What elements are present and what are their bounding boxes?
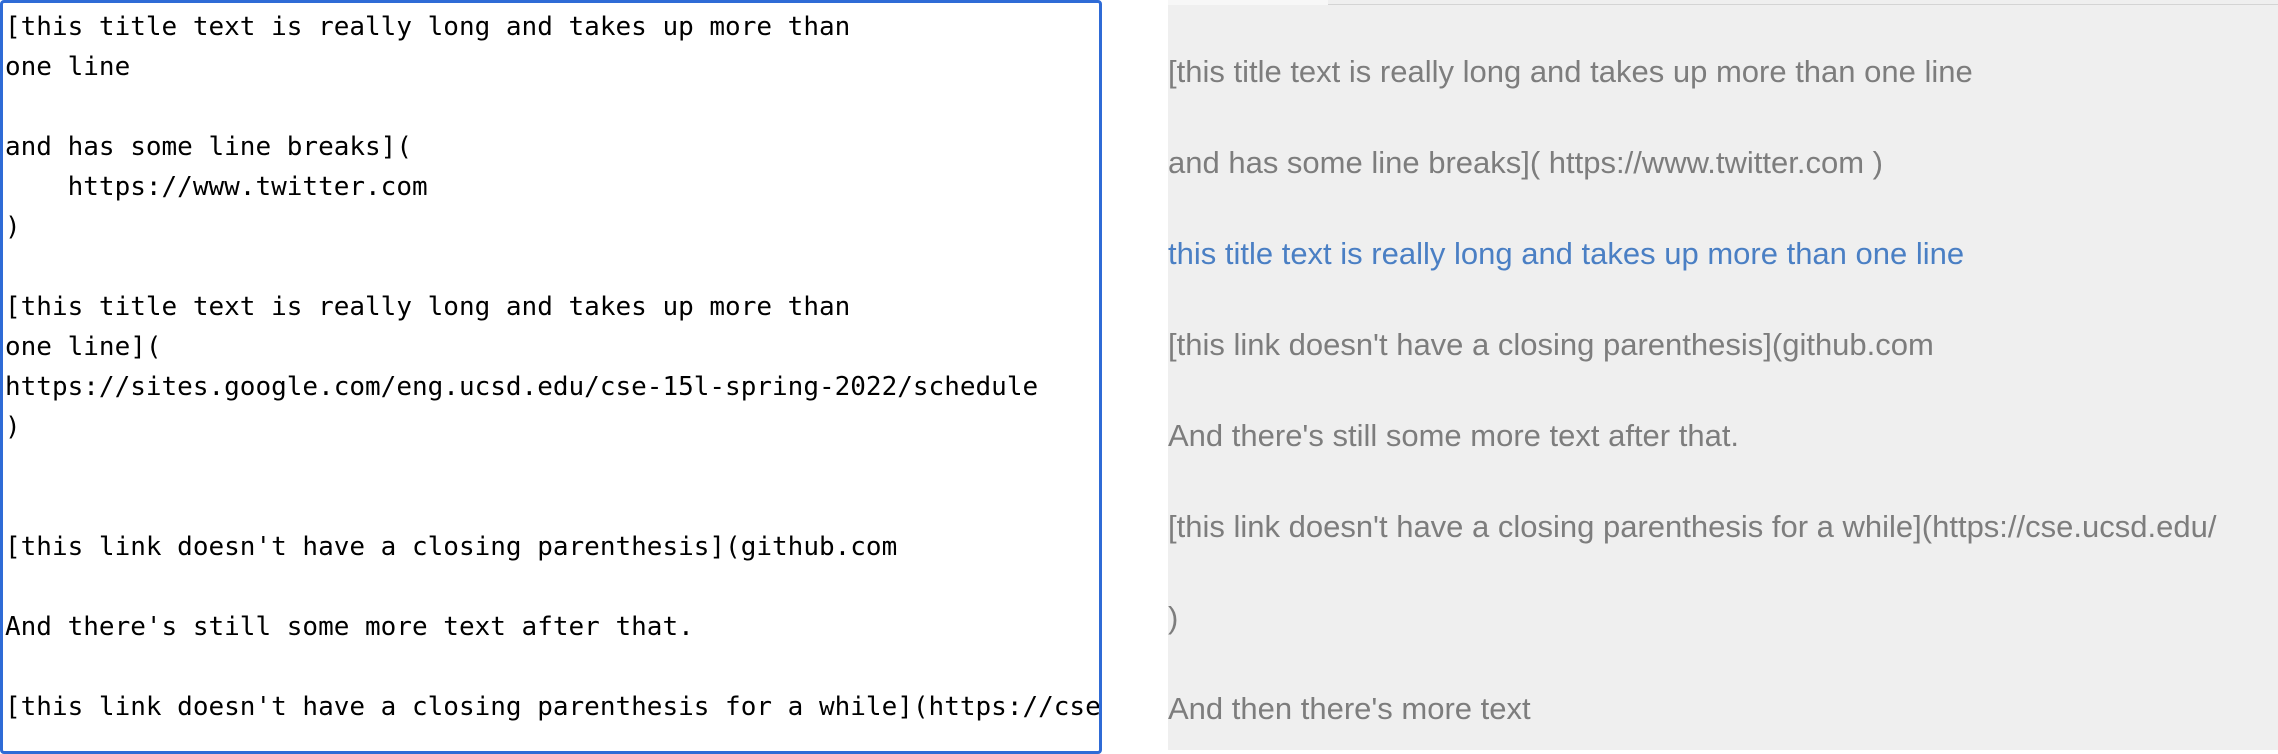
preview-paragraph-6: [this link doesn't have a closing parent… xyxy=(1168,509,2217,544)
preview-paragraph-5: And there's still some more text after t… xyxy=(1168,418,1740,453)
preview-divider xyxy=(1328,4,2278,5)
preview-paragraph-1: [this title text is really long and take… xyxy=(1168,54,1973,89)
markdown-preview: [this title text is really long and take… xyxy=(1168,0,2278,750)
preview-tab[interactable] xyxy=(1168,0,1328,5)
preview-paragraph-4: [this link doesn't have a closing parent… xyxy=(1168,327,1934,362)
markdown-editor[interactable]: [this title text is really long and take… xyxy=(0,0,1102,754)
preview-paragraph-2: and has some line breaks]( https://www.t… xyxy=(1168,145,1883,180)
preview-paragraph-8: And then there's more text xyxy=(1168,691,1531,726)
preview-link[interactable]: this title text is really long and takes… xyxy=(1168,234,1964,274)
editor-text[interactable]: [this title text is really long and take… xyxy=(5,7,1099,727)
preview-paragraph-7: ) xyxy=(1168,600,1179,635)
